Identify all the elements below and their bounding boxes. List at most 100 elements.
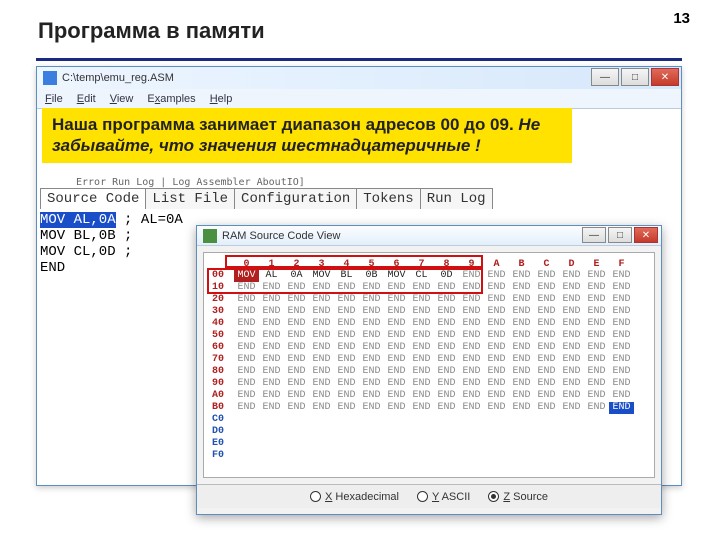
ram-cell: END <box>534 282 559 294</box>
ram-cell: END <box>284 294 309 306</box>
row-addr: 90 <box>212 378 234 390</box>
col-head: 8 <box>434 259 459 270</box>
maximize-button[interactable]: □ <box>621 68 649 86</box>
ram-cell: END <box>509 390 534 402</box>
radio-hex[interactable]: X Hexadecimal <box>310 491 399 503</box>
ram-cell: END <box>559 294 584 306</box>
ram-cell: END <box>509 354 534 366</box>
ram-cell: END <box>459 402 484 414</box>
window-title-text: C:\temp\emu_reg.ASM <box>62 72 174 84</box>
ram-cell: END <box>284 282 309 294</box>
ram-cell: END <box>434 366 459 378</box>
ram-cell: END <box>484 318 509 330</box>
ram-cell: END <box>609 354 634 366</box>
minimize-button[interactable]: — <box>591 68 619 86</box>
ram-cell: END <box>484 366 509 378</box>
menu-help[interactable]: Help <box>210 93 233 105</box>
ram-cell: END <box>484 342 509 354</box>
tab-list-file[interactable]: List File <box>145 188 235 209</box>
menu-file[interactable]: File <box>45 93 63 105</box>
ram-cell: END <box>534 270 559 282</box>
radio-ascii[interactable]: Y ASCII <box>417 491 470 503</box>
ram-cell: END <box>459 330 484 342</box>
ram-cell: END <box>384 342 409 354</box>
tab-source-code[interactable]: Source Code <box>40 188 146 209</box>
ram-cell: END <box>359 354 384 366</box>
ram-cell: END <box>484 378 509 390</box>
ram-cell: END <box>309 342 334 354</box>
ram-cell: END <box>409 354 434 366</box>
ram-cell: END <box>584 330 609 342</box>
menu-view[interactable]: View <box>110 93 134 105</box>
ram-close-button[interactable]: ✕ <box>634 227 658 243</box>
ram-cell: END <box>309 354 334 366</box>
tab-configuration[interactable]: Configuration <box>234 188 357 209</box>
ram-cell: AL <box>259 270 284 282</box>
close-button[interactable]: ✕ <box>651 68 679 86</box>
ram-cell: END <box>509 402 534 414</box>
ram-cell: END <box>534 294 559 306</box>
ram-cell: END <box>409 390 434 402</box>
ram-cell: END <box>334 342 359 354</box>
ram-cell: END <box>234 366 259 378</box>
editor-comment-1: ; AL=0A <box>116 212 183 228</box>
ram-cell: END <box>334 294 359 306</box>
ram-cell: END <box>459 342 484 354</box>
ram-grid: 0123456789ABCDEF00MOVAL0AMOVBL0BMOVCL0DE… <box>203 252 655 478</box>
row-addr: F0 <box>212 450 234 462</box>
radio-source[interactable]: Z Source <box>488 491 548 503</box>
tab-run-log[interactable]: Run Log <box>420 188 493 209</box>
ram-cell: END <box>359 294 384 306</box>
ram-cell: END <box>559 390 584 402</box>
menu-edit[interactable]: Edit <box>77 93 96 105</box>
ram-cell: CL <box>409 270 434 282</box>
menu-examples[interactable]: Examples <box>147 93 195 105</box>
ram-cell: MOV <box>234 270 259 282</box>
ram-cell: END <box>509 306 534 318</box>
ram-cell: END <box>534 390 559 402</box>
ram-window-title: RAM Source Code View <box>222 230 340 242</box>
ram-cell: END <box>359 390 384 402</box>
ram-cell: END <box>234 282 259 294</box>
ram-cell: END <box>534 342 559 354</box>
page-number: 13 <box>673 10 690 27</box>
ram-cell: END <box>434 354 459 366</box>
ram-cell: END <box>434 282 459 294</box>
ram-cell: END <box>384 366 409 378</box>
ram-cell: END <box>609 342 634 354</box>
ram-cell: END <box>334 402 359 414</box>
ram-cell: END <box>484 282 509 294</box>
ram-window-titlebar: RAM Source Code View — □ ✕ <box>197 226 661 246</box>
tab-tokens[interactable]: Tokens <box>356 188 420 209</box>
ram-cell: END <box>409 330 434 342</box>
ram-maximize-button[interactable]: □ <box>608 227 632 243</box>
ram-cell: END <box>484 294 509 306</box>
col-head: 9 <box>459 259 484 270</box>
ram-cell: END <box>384 390 409 402</box>
ram-cell: END <box>334 306 359 318</box>
ram-cell: END <box>509 330 534 342</box>
ram-cell: END <box>459 294 484 306</box>
ram-cell: END <box>384 378 409 390</box>
ram-cell: END <box>534 354 559 366</box>
ram-cell: END <box>309 318 334 330</box>
ram-cell: END <box>309 282 334 294</box>
ram-cell: END <box>284 318 309 330</box>
col-head: 1 <box>259 259 284 270</box>
ram-cell: END <box>284 330 309 342</box>
ram-cell: END <box>309 390 334 402</box>
row-addr: A0 <box>212 390 234 402</box>
row-addr: 30 <box>212 306 234 318</box>
ram-cell: END <box>534 402 559 414</box>
ram-minimize-button[interactable]: — <box>582 227 606 243</box>
row-addr: D0 <box>212 426 234 438</box>
ram-cell: END <box>234 342 259 354</box>
ram-cell: END <box>259 318 284 330</box>
ram-cell: END <box>484 306 509 318</box>
row-addr: 50 <box>212 330 234 342</box>
col-head: 3 <box>309 259 334 270</box>
ram-cell: 0D <box>434 270 459 282</box>
ram-cell: END <box>259 330 284 342</box>
ram-cell: END <box>609 390 634 402</box>
ram-cell: END <box>459 390 484 402</box>
